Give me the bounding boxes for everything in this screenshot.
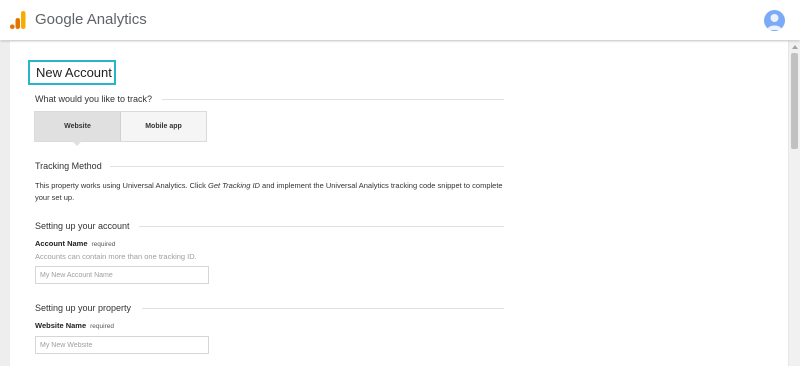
- required-badge: required: [91, 241, 116, 248]
- website-name-label: Website Name required: [35, 321, 114, 332]
- field-label-text: Account Name: [35, 239, 88, 248]
- app-brand-title[interactable]: Google Analytics: [35, 10, 147, 30]
- required-badge: required: [90, 323, 114, 330]
- scrollbar-thumb[interactable]: [791, 53, 798, 149]
- divider: [139, 226, 504, 227]
- scroll-up-arrow-icon[interactable]: [792, 45, 798, 49]
- get-tracking-id-text: Get Tracking ID: [207, 181, 260, 190]
- account-avatar-icon[interactable]: [764, 10, 785, 31]
- tracking-method-heading: Tracking Method: [35, 161, 102, 171]
- divider: [142, 308, 504, 309]
- account-section-heading: Setting up your account: [35, 221, 130, 231]
- website-name-input[interactable]: [35, 336, 209, 354]
- account-name-label: Account Name required: [35, 239, 115, 250]
- page-title-highlight: New Account: [28, 60, 116, 85]
- field-label-text: Website Name: [35, 321, 87, 330]
- top-app-bar: Google Analytics: [0, 0, 800, 40]
- account-name-input[interactable]: [35, 266, 209, 284]
- description-text: This property works using Universal Anal…: [35, 181, 208, 190]
- page-scrollbar[interactable]: [788, 41, 800, 366]
- analytics-logo-icon[interactable]: [10, 11, 26, 29]
- person-icon: [767, 14, 782, 30]
- track-type-toggle: Website Mobile app: [34, 111, 207, 146]
- account-name-hint: Accounts can contain more than one track…: [35, 252, 197, 261]
- tracking-method-description: This property works using Universal Anal…: [35, 180, 505, 204]
- page-title: New Account: [36, 65, 112, 80]
- mobile-app-option-button[interactable]: Mobile app: [121, 112, 206, 141]
- track-question-heading: What would you like to track?: [35, 94, 153, 104]
- left-rail: [0, 41, 10, 366]
- divider: [162, 99, 504, 100]
- website-option-button[interactable]: Website: [35, 112, 121, 146]
- property-section-heading: Setting up your property: [35, 303, 132, 313]
- divider: [110, 166, 504, 167]
